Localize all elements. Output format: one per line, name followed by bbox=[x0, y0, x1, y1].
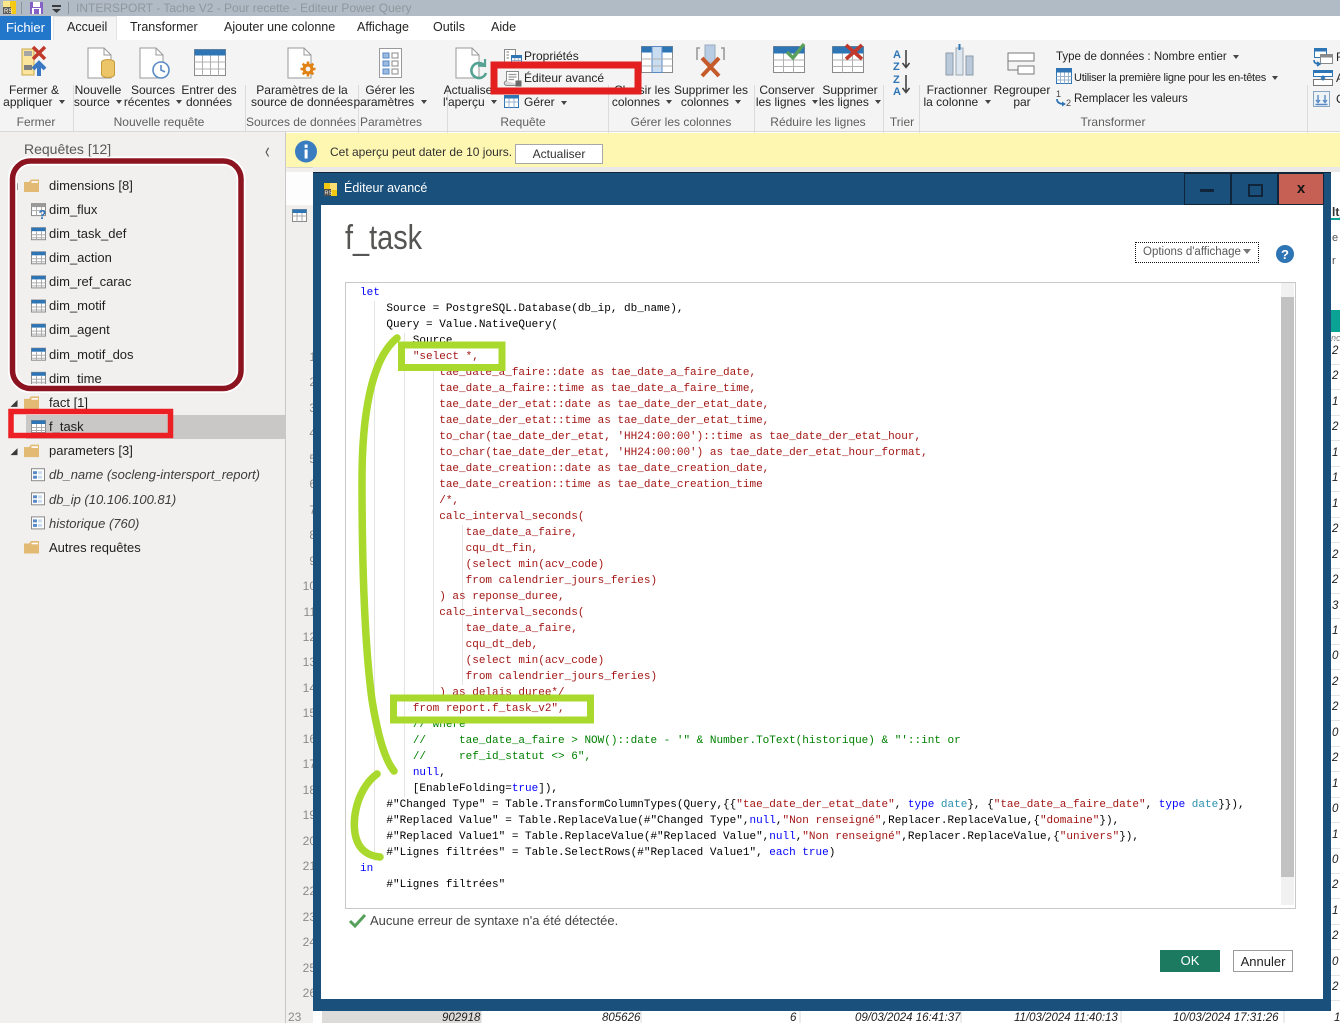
svg-text:?: ? bbox=[39, 208, 47, 222]
svg-text:?: ? bbox=[1281, 247, 1289, 262]
svg-text:A: A bbox=[893, 86, 901, 98]
svg-text:RS: RS bbox=[4, 9, 12, 15]
svg-text:Z: Z bbox=[893, 61, 900, 73]
svg-text:RS: RS bbox=[325, 191, 333, 197]
svg-text:2: 2 bbox=[1066, 98, 1071, 108]
svg-text:1: 1 bbox=[1056, 89, 1061, 99]
svg-text:A: A bbox=[893, 49, 901, 61]
svg-text:Z: Z bbox=[893, 74, 900, 86]
